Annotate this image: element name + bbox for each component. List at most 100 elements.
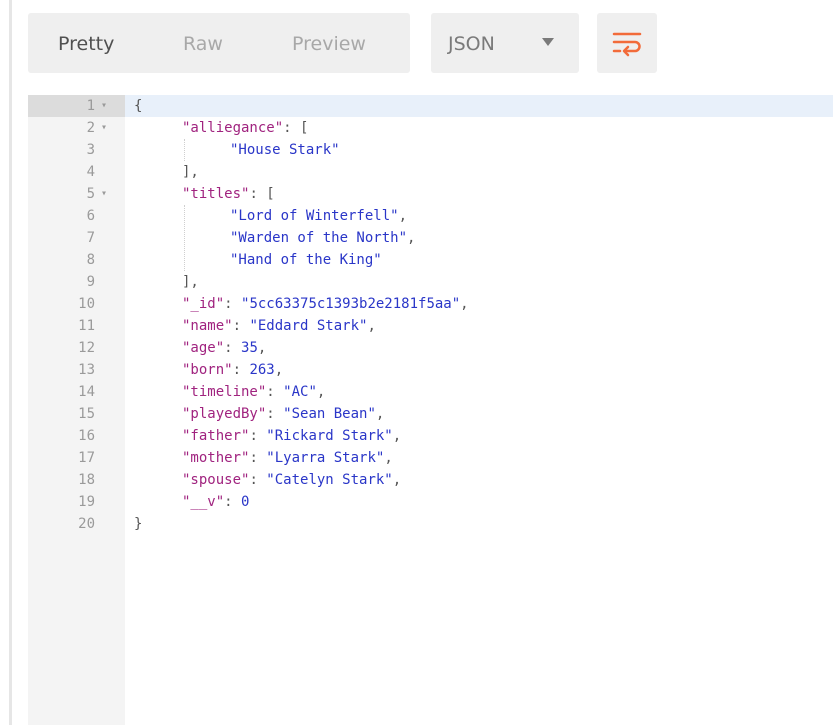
json-colon: : — [224, 296, 242, 312]
code-line[interactable]: 14 "timeline": "AC", — [28, 381, 833, 403]
code-text: ], — [182, 271, 199, 293]
json-key: "name" — [182, 318, 233, 334]
code-line[interactable]: 2 ▾ "alliegance": [ — [28, 117, 833, 139]
line-number: 12 — [78, 340, 95, 356]
line-number-cell: 3 — [28, 139, 125, 161]
code-line[interactable]: 5 ▾ "titles": [ — [28, 183, 833, 205]
indent-guide — [184, 205, 185, 271]
json-comma: , — [384, 450, 393, 466]
json-comma: , — [367, 318, 376, 334]
code-line[interactable]: 12 "age": 35, — [28, 337, 833, 359]
panel-left-border — [9, 0, 12, 725]
line-number: 13 — [78, 362, 95, 378]
json-key: "born" — [182, 362, 233, 378]
wrap-lines-button[interactable] — [597, 13, 657, 73]
json-punctuation: { — [134, 98, 143, 114]
line-number-cell: 8 — [28, 249, 125, 271]
line-number-cell: 13 — [28, 359, 125, 381]
fold-toggle-icon[interactable]: ▾ — [101, 95, 107, 117]
json-value: "AC" — [283, 384, 317, 400]
code-line[interactable]: 6 "Lord of Winterfell", — [28, 205, 833, 227]
json-value: "Rickard Stark" — [266, 428, 393, 444]
tab-preview[interactable]: Preview — [292, 13, 366, 73]
json-value: 263 — [249, 362, 275, 378]
fold-toggle-icon[interactable]: ▾ — [101, 117, 107, 139]
code-line[interactable]: 7 "Warden of the North", — [28, 227, 833, 249]
json-key: "__v" — [182, 494, 225, 510]
code-line[interactable]: 11 "name": "Eddard Stark", — [28, 315, 833, 337]
code-line[interactable]: 4], — [28, 161, 833, 183]
code-line[interactable]: 16 "father": "Rickard Stark", — [28, 425, 833, 447]
code-text: "name": "Eddard Stark", — [182, 315, 376, 337]
json-comma: , — [392, 472, 402, 488]
json-punctuation: : [ — [249, 186, 275, 202]
json-comma: , — [375, 406, 385, 422]
format-dropdown[interactable]: JSON — [431, 13, 579, 73]
code-line[interactable]: 8 "Hand of the King" — [28, 249, 833, 271]
line-number: 8 — [86, 252, 95, 268]
code-line[interactable]: 10 "_id": "5cc63375c1393b2e2181f5aa", — [28, 293, 833, 315]
line-number-cell: 2 ▾ — [28, 117, 125, 139]
code-text: "playedBy": "Sean Bean", — [182, 403, 384, 425]
line-number: 10 — [78, 296, 95, 312]
code-line[interactable]: 17 "mother": "Lyarra Stark", — [28, 447, 833, 469]
code-line[interactable]: 19 "__v": 0 — [28, 491, 833, 513]
json-string: "Warden of the North" — [230, 230, 408, 246]
json-value: 35 — [241, 340, 258, 356]
line-number-cell: 20 — [28, 513, 125, 535]
code-text: "Lord of Winterfell", — [230, 205, 407, 227]
json-colon: : — [232, 318, 250, 334]
code-text: "born": 263, — [182, 359, 283, 381]
code-text: "Hand of the King" — [230, 249, 382, 271]
line-number-cell: 17 — [28, 447, 125, 469]
line-number: 19 — [78, 494, 95, 510]
json-comma: , — [257, 340, 267, 356]
tab-raw[interactable]: Raw — [183, 13, 223, 73]
code-text: "_id": "5cc63375c1393b2e2181f5aa", — [182, 293, 469, 315]
json-comma: , — [460, 296, 469, 312]
json-key: "age" — [182, 340, 225, 356]
line-number-cell: 4 — [28, 161, 125, 183]
line-number: 2 — [86, 120, 95, 136]
json-comma: , — [274, 362, 284, 378]
json-response-editor[interactable]: 1 ▾{2 ▾ "alliegance": [3 "House Stark" 4], 5 ▾ "… — [28, 95, 833, 725]
code-text: "Warden of the North", — [230, 227, 415, 249]
json-colon: : — [224, 340, 242, 356]
json-punctuation: } — [134, 516, 143, 532]
json-string: "House Stark" — [230, 142, 340, 158]
line-number: 9 — [86, 274, 95, 290]
code-line[interactable]: 18 "spouse": "Catelyn Stark", — [28, 469, 833, 491]
line-number: 4 — [86, 164, 95, 180]
line-number-cell: 18 — [28, 469, 125, 491]
line-number: 11 — [78, 318, 95, 334]
json-colon: : — [266, 384, 284, 400]
code-line[interactable]: 20} — [28, 513, 833, 535]
json-value: "5cc63375c1393b2e2181f5aa" — [241, 296, 461, 312]
code-line[interactable]: 9], — [28, 271, 833, 293]
line-number: 14 — [78, 384, 95, 400]
fold-toggle-icon[interactable]: ▾ — [101, 183, 107, 205]
line-number-cell: 16 — [28, 425, 125, 447]
json-colon: : — [266, 406, 284, 422]
json-punctuation: ], — [182, 274, 199, 290]
code-text: "titles": [ — [182, 183, 275, 205]
code-line[interactable]: 3 "House Stark" — [28, 139, 833, 161]
json-key: "titles" — [182, 186, 250, 202]
json-string: "Hand of the King" — [230, 252, 382, 268]
line-number: 5 — [86, 186, 95, 202]
line-number-cell: 5 ▾ — [28, 183, 125, 205]
json-comma: , — [392, 428, 402, 444]
line-number: 3 — [86, 142, 95, 158]
code-line[interactable]: 1 ▾{ — [28, 95, 833, 117]
tab-pretty[interactable]: Pretty — [58, 13, 114, 73]
line-number: 16 — [78, 428, 95, 444]
code-text: "House Stark" — [230, 139, 340, 161]
json-punctuation: : [ — [283, 120, 309, 136]
line-number-cell: 11 — [28, 315, 125, 337]
json-value: "Sean Bean" — [283, 406, 376, 422]
json-colon: : — [232, 362, 250, 378]
line-number: 18 — [78, 472, 95, 488]
code-line[interactable]: 13 "born": 263, — [28, 359, 833, 381]
code-line[interactable]: 15 "playedBy": "Sean Bean", — [28, 403, 833, 425]
code-text: "age": 35, — [182, 337, 266, 359]
